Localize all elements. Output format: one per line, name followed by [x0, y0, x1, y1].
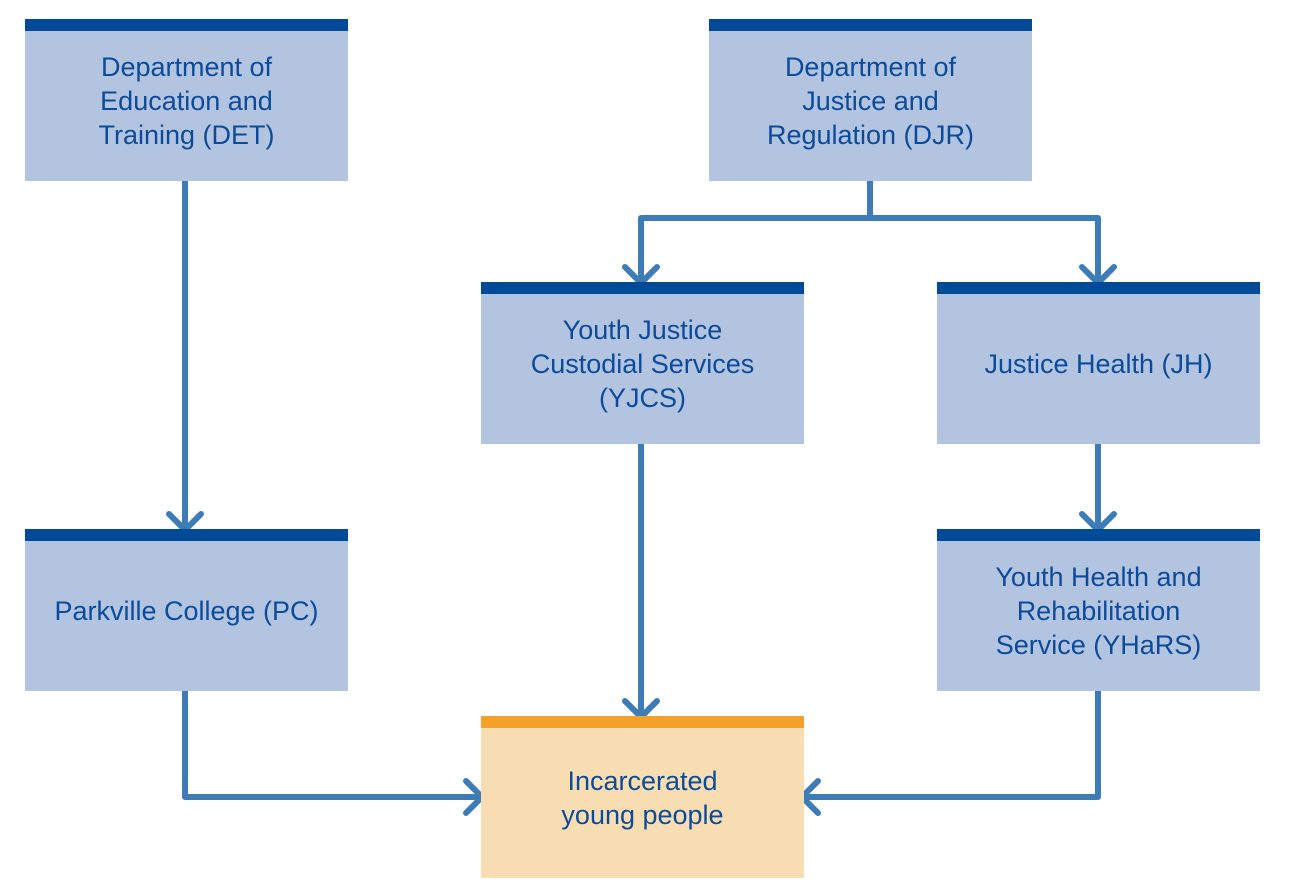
node-jh: Justice Health (JH) — [937, 282, 1260, 444]
node-det-label: Department of Education and Training (DE… — [98, 52, 275, 150]
arrow-djr-to-yjcs — [638, 215, 873, 284]
node-pc: Parkville College (PC) — [25, 529, 348, 691]
node-yjcs: Youth Justice Custodial Services (YJCS) — [481, 282, 804, 444]
node-iyp-label: Incarcerated young people — [561, 766, 724, 830]
node-djr-label: Department of Justice and Regulation (DJ… — [766, 52, 975, 150]
node-djr: Department of Justice and Regulation (DJ… — [709, 19, 1032, 181]
node-det: Department of Education and Training (DE… — [25, 19, 348, 181]
node-yhars: Youth Health and Rehabilitation Service … — [937, 529, 1260, 691]
node-yjcs-label: Youth Justice Custodial Services (YJCS) — [530, 315, 755, 413]
node-pc-label: Parkville College (PC) — [54, 596, 319, 626]
arrow-djr-to-jh — [867, 215, 1101, 284]
node-incarcerated-young-people: Incarcerated young people — [481, 716, 804, 878]
arrow-yhars-to-iyp — [802, 688, 1101, 800]
arrow-pc-to-iyp — [182, 688, 482, 800]
node-yhars-label: Youth Health and Rehabilitation Service … — [995, 562, 1202, 660]
node-jh-label: Justice Health (JH) — [984, 349, 1213, 379]
